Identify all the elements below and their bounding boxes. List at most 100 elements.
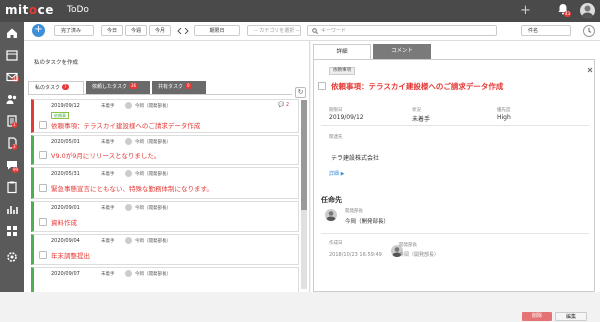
task-card[interactable]: 2020/05/01 未着手 今岡（開発部長） V9.0が9月にリリースとなりま… [31, 135, 299, 165]
category-select[interactable]: -- カテゴリを選択 -- [247, 25, 301, 36]
task-assignee: 今岡（開発部長） [135, 239, 171, 244]
chart-icon[interactable] [5, 202, 19, 216]
due-date-value: 2019/09/12 [329, 114, 364, 121]
tab-my-tasks[interactable]: 私のタスク 7 [28, 81, 84, 94]
details-link[interactable]: 詳細 ▶ [329, 170, 344, 177]
task-title[interactable]: 年末調整提出 [51, 250, 90, 260]
priority-value: High [497, 114, 511, 121]
task-status: 未着手 [101, 104, 115, 109]
sort-select[interactable]: 件名 [521, 25, 571, 36]
keyword-input[interactable]: キーワード [307, 25, 497, 36]
calendar-icon[interactable] [5, 48, 19, 62]
due-date-field[interactable]: 期限日 [194, 25, 240, 36]
assignee-avatar [125, 204, 132, 211]
clock-icon[interactable] [582, 24, 596, 38]
status-label: 状況 [412, 108, 421, 113]
notification-badge: 43 [564, 11, 572, 17]
search-icon [312, 28, 318, 34]
tab-comments[interactable]: コメント [373, 44, 431, 59]
task-card[interactable]: 2020/09/01 未着手 今岡（開発部長） 資料作成 [31, 201, 299, 232]
task-title[interactable]: V9.0が9月にリリースとなりました。 [51, 150, 160, 160]
chevron-left-icon[interactable] [177, 28, 182, 34]
creator-name: 今岡（開発部長） [399, 252, 440, 258]
settings-icon[interactable] [5, 250, 19, 264]
comment-icon: 💬 [278, 102, 285, 108]
task-assignee: 今岡（開発部長） [135, 140, 171, 145]
assignee-avatar [125, 270, 132, 277]
complete-checkbox[interactable] [39, 251, 47, 259]
category-chip: 依頼事 [51, 112, 69, 119]
task-due-date: 2019/09/12 [51, 103, 80, 109]
assignee-dept: 開発部長 [345, 209, 363, 214]
this-week-button[interactable]: 今週 [125, 25, 147, 36]
status-filter-select[interactable]: 完了済み [54, 25, 94, 36]
created-value: 2018/10/23 16:59:49 [329, 252, 382, 258]
task-card[interactable]: 2020/09/04 未着手 今岡（開発部長） 年末調整提出 [31, 234, 299, 265]
task-title[interactable]: 緊急事態宣言にともない、特殊な勤務体制になります。 [51, 183, 213, 193]
divider [321, 233, 589, 234]
due-date-label: 期限日 [329, 108, 343, 113]
complete-checkbox[interactable] [39, 218, 47, 226]
task-status: 未着手 [101, 272, 115, 277]
mail-icon[interactable] [5, 70, 19, 84]
scrollbar-thumb[interactable] [301, 100, 307, 210]
home-icon[interactable] [5, 26, 19, 40]
task-status: 未着手 [101, 140, 115, 145]
task-card[interactable]: 2019/09/12 未着手 今岡（開発部長） 💬 2 依頼事 依頼事項：テラス… [31, 99, 299, 133]
this-month-button[interactable]: 今月 [149, 25, 171, 36]
assignee-avatar [125, 102, 132, 109]
task-assignee: 今岡（開発部長） [135, 104, 171, 109]
delete-button[interactable]: 削除 [522, 312, 552, 321]
priority-label: 優先度 [497, 108, 511, 113]
task-assignee: 今岡（開発部長） [135, 206, 171, 211]
app-title: ToDo [67, 5, 89, 15]
clipboard-icon[interactable] [5, 180, 19, 194]
complete-checkbox[interactable] [318, 82, 326, 90]
created-label: 作成日 [329, 241, 343, 246]
sidebar: 17 1 3 99 [0, 22, 24, 292]
complete-checkbox[interactable] [39, 121, 47, 129]
task-title[interactable]: 依頼事項：テラスカイ建設様へのご請求データ作成 [51, 120, 200, 130]
complete-checkbox[interactable] [39, 151, 47, 159]
sidebar-badge: 1 [12, 122, 17, 128]
sidebar-badge: 99 [12, 167, 20, 173]
people-icon[interactable] [5, 92, 19, 106]
assignee-avatar [325, 209, 337, 221]
today-button[interactable]: 今日 [101, 25, 123, 36]
create-task-label[interactable]: 私のタスクを作成 [34, 58, 78, 66]
close-icon[interactable] [587, 67, 593, 73]
user-avatar[interactable] [580, 3, 595, 18]
task-list-pane: 私のタスクを作成 私のタスク 7 依頼したタスク 26 共有タスク 0 ↻ 2019/… [24, 41, 310, 292]
comment-count[interactable]: 💬 2 [278, 102, 289, 108]
chevron-right-icon[interactable] [184, 28, 189, 34]
assignee-avatar [125, 237, 132, 244]
task-list-scrollbar[interactable] [301, 100, 307, 289]
brand-logo[interactable]: mitoce [5, 3, 54, 17]
tab-details[interactable]: 詳細 [313, 44, 371, 59]
app-header: mitoce ToDo + 43 [0, 0, 600, 22]
task-assignee: 今岡（開発部長） [135, 272, 171, 277]
task-status: 未着手 [101, 239, 115, 244]
assignee-avatar [125, 170, 132, 177]
complete-checkbox[interactable] [39, 184, 47, 192]
toolbar: 完了済み 今日 今週 今月 期限日 -- カテゴリを選択 -- キーワード 件名 [24, 22, 600, 41]
task-due-date: 2020/05/01 [51, 139, 80, 145]
edit-button[interactable]: 編集 [555, 312, 587, 321]
category-chip: 依頼事項 [329, 67, 355, 75]
task-card[interactable]: 2020/09/07 未着手 今岡（開発部長） [31, 267, 299, 292]
comment-count-value: 2 [285, 102, 290, 108]
task-assignee: 今岡（開発部長） [135, 172, 171, 177]
task-status: 未着手 [101, 206, 115, 211]
assignee-avatar [125, 138, 132, 145]
task-card[interactable]: 2020/05/31 未着手 今岡（開発部長） 緊急事態宣言にともない、特殊な勤… [31, 167, 299, 199]
add-task-button[interactable]: + [32, 24, 45, 37]
creator-dept: 開発部長 [399, 243, 417, 248]
task-title[interactable]: 資料作成 [51, 217, 77, 227]
tab-requested-tasks[interactable]: 依頼したタスク 26 [86, 81, 150, 94]
grid-icon[interactable] [5, 224, 19, 238]
task-detail-pane: 詳細 コメント 依頼事項 依頼事項：テラスカイ建設様へのご請求データ作成 期限日… [311, 41, 600, 321]
tab-shared-tasks[interactable]: 共有タスク 0 [152, 81, 206, 94]
task-due-date: 2020/09/07 [51, 271, 80, 277]
add-icon[interactable]: + [520, 4, 531, 17]
refresh-button[interactable]: ↻ [295, 87, 306, 98]
